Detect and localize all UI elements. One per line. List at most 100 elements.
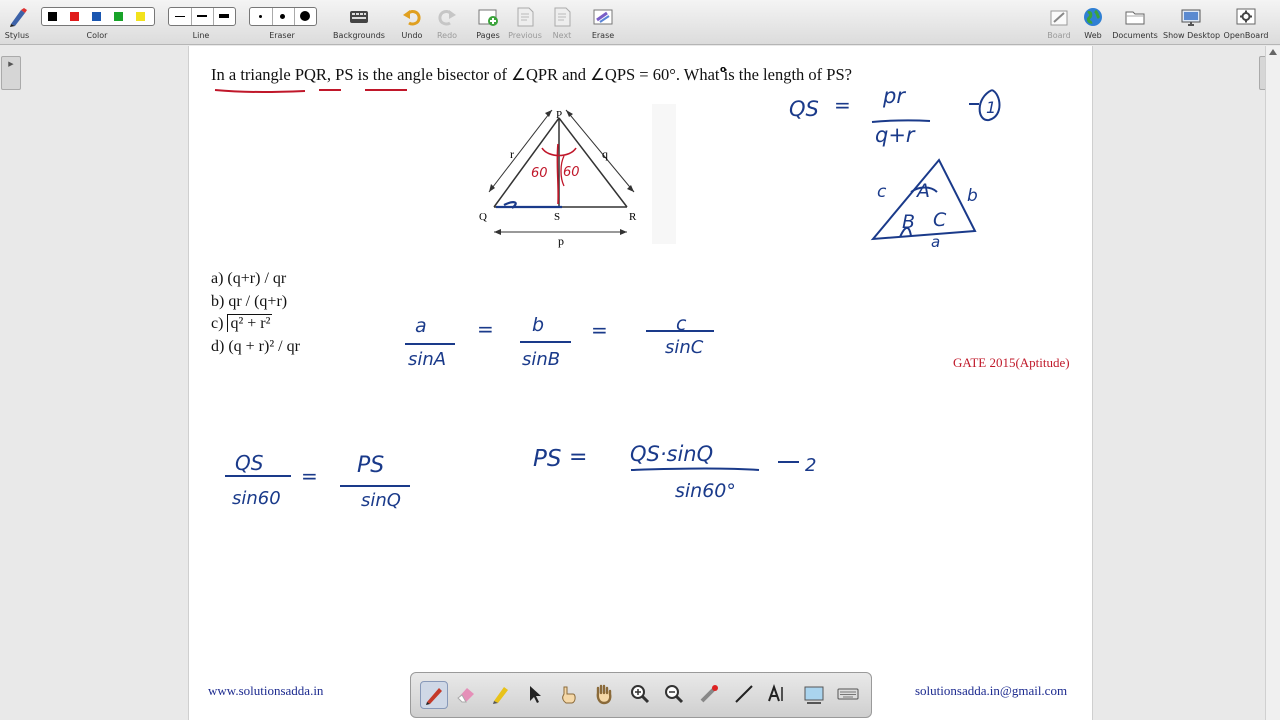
vertical-scrollbar[interactable] <box>1265 46 1280 720</box>
ink-qs-fraction-bar <box>871 119 931 123</box>
ink-small-a-angle: A <box>915 180 930 202</box>
floating-toolbar <box>410 672 872 718</box>
ink-eq-sinQ: sinQ <box>361 490 401 511</box>
expand-right-icon: ▶ <box>8 60 14 68</box>
pen-icon <box>426 688 442 705</box>
zoom-in-icon <box>631 685 650 704</box>
erase-board-icon <box>593 9 613 25</box>
ink-sine-sinB: sinB <box>522 349 560 370</box>
board-page[interactable]: In a triangle PQR, PS is the angle bisec… <box>188 46 1093 720</box>
next-label: Next <box>552 31 572 40</box>
redo-label: Redo <box>436 31 458 40</box>
hand-icon <box>596 684 612 705</box>
ink-qs-lhs: QS <box>789 97 819 121</box>
text-icon <box>768 684 783 702</box>
show-desktop-label: Show Desktop <box>1163 31 1221 40</box>
ink-eq-sin60: sin60 <box>232 488 281 509</box>
ink-sine-a: a <box>415 315 427 337</box>
previous-page-icon <box>517 7 534 27</box>
redo-icon <box>438 10 456 26</box>
line-medium[interactable] <box>191 8 214 25</box>
line-icon <box>735 685 753 703</box>
eraser-size-group <box>249 7 317 26</box>
eraser-medium[interactable] <box>272 8 295 25</box>
keyboard-grid-icon <box>350 11 368 23</box>
line-thick[interactable] <box>213 8 235 25</box>
eraser-label: Eraser <box>269 31 295 40</box>
color-blue[interactable] <box>92 12 101 21</box>
main-toolbar: Stylus Color Line Eraser Backgrounds Und… <box>0 0 1280 45</box>
backgrounds-label: Backgrounds <box>333 31 385 40</box>
ink-underline-triangle-pqr <box>214 89 306 93</box>
stylus-icon <box>10 8 27 27</box>
globe-icon <box>1084 8 1102 26</box>
ink-small-c-angle: C <box>933 209 947 231</box>
gear-icon <box>1236 8 1256 25</box>
line-tool-button[interactable] <box>731 681 757 707</box>
board-icon <box>1050 10 1068 26</box>
ink-sine-sinC: sinC <box>665 337 704 358</box>
pen-tool-button[interactable] <box>420 681 448 709</box>
ink-ps-lhs: PS <box>533 446 561 472</box>
ink-qs-eq: = <box>834 93 851 117</box>
ink-degree-mark: o <box>720 65 726 75</box>
ink-layer: o QS = pr q+r 1 c A b B C a a sinA = b s… <box>214 65 1001 511</box>
ink-sine-sinA: sinA <box>408 349 446 370</box>
color-palette <box>41 7 155 26</box>
zoom-out-icon <box>665 685 684 704</box>
line-label: Line <box>192 31 210 40</box>
pages-label: Pages <box>476 31 500 40</box>
highlighter-tool-button[interactable] <box>487 681 513 707</box>
scroll-up-icon[interactable] <box>1269 49 1277 55</box>
ink-sine-eq2: = <box>591 318 608 342</box>
line-thin[interactable] <box>169 8 192 25</box>
hand-tool-button[interactable] <box>591 681 617 707</box>
laser-pointer-button[interactable] <box>696 681 722 707</box>
ink-ps-denominator: sin60° <box>675 480 736 502</box>
ink-eq-equals: = <box>301 464 318 488</box>
ink-ps-eq: = <box>569 445 587 470</box>
ink-sine-eq1: = <box>477 317 494 341</box>
color-green[interactable] <box>114 12 123 21</box>
next-page-icon <box>554 7 571 27</box>
eraser-large[interactable] <box>294 8 316 25</box>
zoom-in-button[interactable] <box>627 681 653 707</box>
select-tool-button[interactable] <box>521 681 547 707</box>
folder-icon <box>1125 11 1145 25</box>
ink-eq-qs: QS <box>235 451 264 475</box>
ink-eq2-tag: 2 <box>805 455 816 476</box>
left-panel-toggle[interactable]: ▶ <box>1 56 21 90</box>
previous-label: Previous <box>508 31 542 40</box>
pointing-hand-icon <box>562 686 576 704</box>
eraser-small[interactable] <box>250 8 273 25</box>
ink-small-b: b <box>967 186 978 206</box>
text-tool-button[interactable] <box>765 681 791 707</box>
eraser-tool-button[interactable] <box>453 681 479 707</box>
documents-label: Documents <box>1112 31 1158 40</box>
add-page-icon <box>478 9 498 26</box>
openboard-label: OpenBoard <box>1223 31 1269 40</box>
ink-eq1-tag: 1 <box>986 98 996 117</box>
color-red[interactable] <box>70 12 79 21</box>
ink-qs-denominator: q+r <box>875 123 916 147</box>
ink-ps-fraction-bar <box>630 467 760 471</box>
undo-icon <box>403 10 421 26</box>
virtual-keyboard-button[interactable] <box>835 681 861 707</box>
ink-small-a: a <box>931 233 940 251</box>
ink-small-c: c <box>877 182 887 202</box>
ink-ps-numerator: QS·sinQ <box>630 442 713 466</box>
undo-label: Undo <box>401 31 423 40</box>
interact-tool-button[interactable] <box>555 681 581 707</box>
ink-qs-numerator: pr <box>882 84 906 108</box>
keyboard-icon <box>837 688 859 700</box>
erase-label: Erase <box>591 31 615 40</box>
capture-tool-button[interactable] <box>801 681 827 707</box>
web-label: Web <box>1084 31 1102 40</box>
zoom-out-button[interactable] <box>661 681 687 707</box>
color-yellow[interactable] <box>136 12 145 21</box>
arrow-cursor-icon <box>530 686 541 703</box>
line-width-group <box>168 7 236 26</box>
ink-sine-b: b <box>532 314 544 336</box>
color-black[interactable] <box>48 12 57 21</box>
monitor-icon <box>1181 9 1201 26</box>
